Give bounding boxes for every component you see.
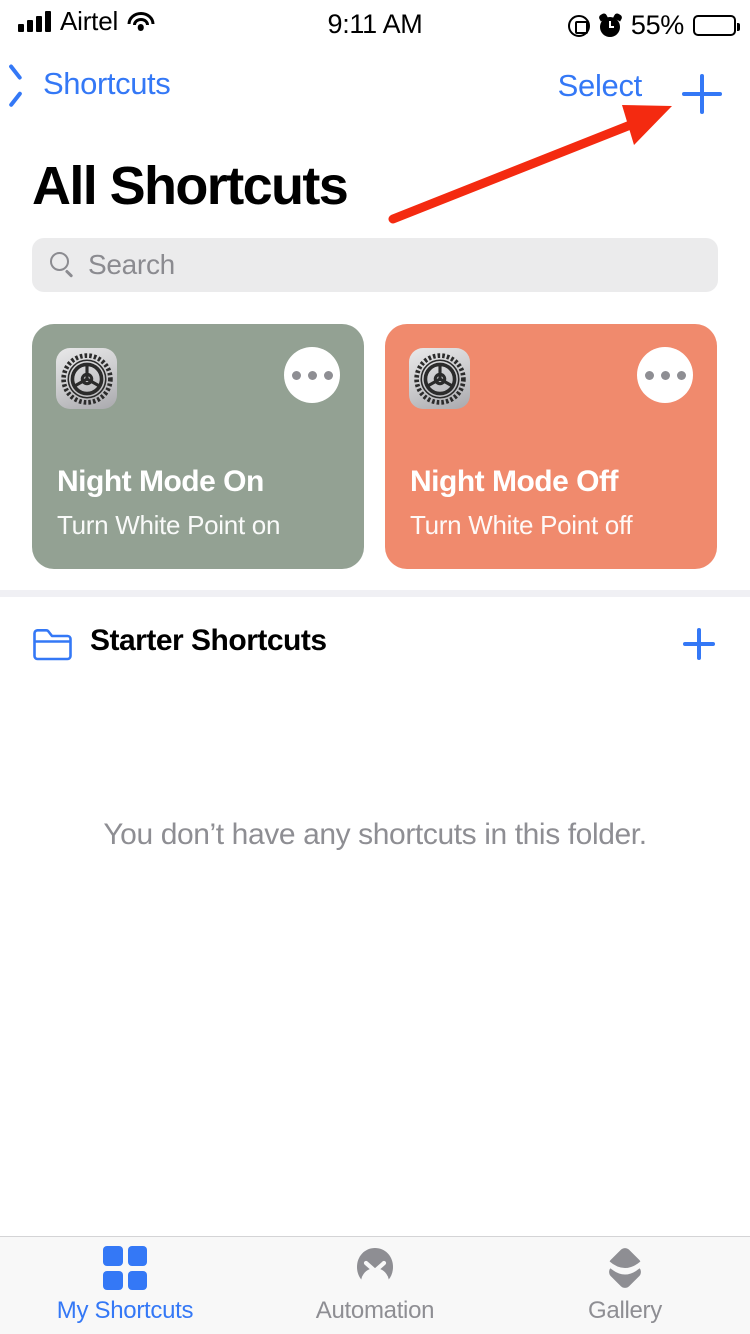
shortcuts-app-screen: Airtel 9:11 AM 55% Shortcuts Select All bbox=[0, 0, 750, 1334]
shortcut-card[interactable]: Night Mode Off Turn White Point off bbox=[385, 324, 717, 569]
shortcut-card-grid: Night Mode On Turn White Point on Night … bbox=[32, 324, 718, 569]
chevron-left-icon bbox=[18, 70, 35, 98]
tab-automation[interactable]: Automation bbox=[250, 1237, 500, 1334]
search-icon bbox=[50, 252, 76, 278]
status-bar-right: 55% bbox=[567, 10, 740, 41]
ellipsis-dot bbox=[644, 370, 654, 380]
section-divider bbox=[0, 590, 750, 597]
folder-section-header: Starter Shortcuts bbox=[0, 614, 750, 674]
navigation-bar: Shortcuts Select bbox=[0, 58, 750, 120]
shortcut-title: Night Mode On bbox=[57, 465, 264, 498]
tab-label: Automation bbox=[315, 1297, 435, 1324]
tab-gallery[interactable]: Gallery bbox=[500, 1237, 750, 1334]
select-button[interactable]: Select bbox=[558, 68, 643, 104]
grid-icon bbox=[103, 1246, 147, 1290]
empty-state-message: You don’t have any shortcuts in this fol… bbox=[103, 818, 647, 851]
battery-icon bbox=[693, 15, 740, 36]
back-button[interactable]: Shortcuts bbox=[18, 66, 171, 102]
ellipsis-dot bbox=[676, 370, 686, 380]
gear-glyph bbox=[413, 352, 466, 405]
ellipsis-dot bbox=[660, 370, 670, 380]
automation-icon bbox=[353, 1246, 397, 1290]
add-to-folder-button[interactable] bbox=[683, 628, 715, 660]
search-field[interactable]: Search bbox=[32, 238, 718, 292]
add-shortcut-button[interactable] bbox=[682, 74, 722, 114]
gear-glyph bbox=[60, 352, 113, 405]
ellipsis-dot bbox=[291, 370, 301, 380]
alarm-icon bbox=[597, 12, 623, 37]
gallery-layers-icon bbox=[603, 1246, 647, 1290]
rotation-lock-icon bbox=[567, 14, 590, 37]
shortcut-subtitle: Turn White Point on bbox=[57, 510, 281, 540]
settings-gear-icon bbox=[409, 348, 470, 409]
ellipsis-dot bbox=[323, 370, 333, 380]
tab-label: My Shortcuts bbox=[56, 1297, 194, 1324]
status-bar: Airtel 9:11 AM 55% bbox=[0, 0, 750, 58]
folder-icon bbox=[32, 628, 73, 661]
shortcut-card[interactable]: Night Mode On Turn White Point on bbox=[32, 324, 364, 569]
tab-bar: My Shortcuts Automation Gallery bbox=[0, 1236, 750, 1334]
folder-name-label: Starter Shortcuts bbox=[90, 624, 327, 657]
back-button-label: Shortcuts bbox=[43, 66, 171, 101]
shortcut-more-button[interactable] bbox=[284, 347, 340, 403]
tab-my-shortcuts[interactable]: My Shortcuts bbox=[0, 1237, 250, 1334]
shortcut-title: Night Mode Off bbox=[410, 465, 618, 498]
battery-percent-label: 55% bbox=[630, 10, 684, 40]
settings-gear-icon bbox=[56, 348, 117, 409]
tab-label: Gallery bbox=[588, 1297, 662, 1324]
shortcut-subtitle: Turn White Point off bbox=[410, 510, 633, 540]
page-title: All Shortcuts bbox=[32, 156, 349, 216]
shortcut-more-button[interactable] bbox=[637, 347, 693, 403]
search-placeholder: Search bbox=[88, 249, 175, 280]
ellipsis-dot bbox=[307, 370, 317, 380]
